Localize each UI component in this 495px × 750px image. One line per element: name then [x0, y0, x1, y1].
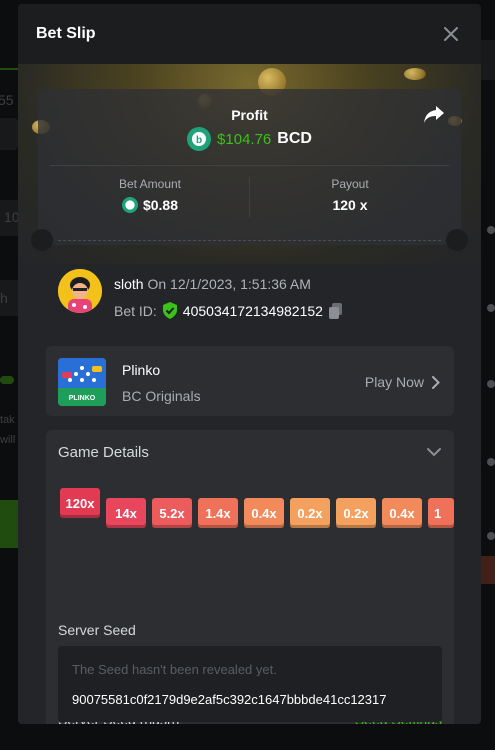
bet-user-info: sloth On 12/1/2023, 1:51:36 AM Bet ID: 4…	[58, 269, 441, 329]
game-category: BC Originals	[122, 388, 201, 404]
avatar-image	[58, 269, 102, 313]
multiplier-slot: 14x	[106, 498, 146, 528]
collapse-button[interactable]	[426, 444, 442, 460]
multiplier-slot: 1.4x	[198, 498, 238, 528]
bet-id-value: 405034172134982152	[182, 302, 323, 319]
profit-ticket: Profit b $104.76 BCD Bet Amount $0.88 Pa…	[38, 89, 461, 245]
ticket-notch-right	[446, 229, 468, 251]
game-name: Plinko	[122, 362, 161, 378]
bet-amount-row: $0.88	[50, 197, 250, 213]
thumbnail-label: PLINKO	[69, 395, 96, 402]
user-line: sloth On 12/1/2023, 1:51:36 AM	[114, 276, 311, 292]
share-button[interactable]	[423, 105, 445, 127]
payout-label: Payout	[331, 177, 369, 191]
bet-slip-modal: Bet Slip Profit b $104.76 BCD Bet Amount…	[18, 4, 481, 724]
server-seed-placeholder: The Seed hasn't been revealed yet.	[72, 661, 277, 677]
plinko-thumbnail-image: PLINKO	[58, 358, 106, 406]
game-details-title[interactable]: Game Details	[58, 444, 149, 461]
close-button[interactable]	[439, 22, 463, 46]
server-seed-hash-value: 90075581c0f2179d9e2af5c392c1647bbbde41cc…	[72, 691, 387, 707]
multiplier-slot: 0.2x	[336, 498, 376, 528]
copy-icon[interactable]	[328, 302, 343, 319]
bet-id-line: Bet ID: 405034172134982152	[114, 302, 343, 319]
plinko-thumbnail: PLINKO	[58, 358, 106, 406]
play-now-link[interactable]: Play Now	[365, 374, 440, 390]
ticket-divider	[50, 165, 449, 166]
play-now-label: Play Now	[364, 374, 424, 390]
chevron-right-icon	[432, 375, 440, 389]
multiplier-row: 120x 14x 5.2x 1.4x 0.4x 0.2x 0.2x 0.4x 1	[60, 488, 454, 528]
ticket-notch-left	[31, 229, 53, 251]
coin-decoration	[404, 68, 426, 80]
close-icon	[444, 27, 458, 41]
profit-amount: $104.76	[217, 130, 272, 148]
profit-row: b $104.76 BCD	[38, 127, 461, 151]
multiplier-slot: 0.2x	[290, 498, 330, 528]
modal-body: Profit b $104.76 BCD Bet Amount $0.88 Pa…	[18, 64, 481, 724]
modal-title: Bet Slip	[36, 25, 96, 42]
ticket-tear-line	[58, 240, 441, 241]
bet-amount-label: Bet Amount	[118, 177, 182, 191]
bet-amount-value: $0.88	[142, 197, 179, 213]
payout-value: 120 x	[332, 197, 368, 213]
game-card[interactable]: PLINKO Plinko BC Originals Play Now	[46, 346, 454, 416]
multiplier-slot: 120x	[60, 488, 100, 518]
bcd-coin-icon: b	[187, 127, 212, 151]
verified-shield-icon	[162, 302, 177, 319]
chevron-down-icon	[427, 448, 441, 457]
avatar[interactable]	[58, 269, 102, 313]
payout-section: Payout 120 x	[250, 177, 450, 213]
server-seed-label: Server Seed	[58, 622, 136, 638]
date-prefix: On	[147, 276, 167, 292]
svg-text:b: b	[196, 135, 202, 146]
bet-date: 12/1/2023, 1:51:36 AM	[170, 276, 311, 292]
multiplier-slot: 0.4x	[244, 498, 284, 528]
bcd-coin-icon	[121, 197, 138, 213]
profit-currency: BCD	[277, 130, 312, 147]
share-icon	[424, 106, 444, 123]
bet-id-label: Bet ID:	[114, 302, 157, 319]
multiplier-slot: 1	[428, 498, 454, 528]
multiplier-slot: 0.4x	[382, 498, 422, 528]
modal-header: Bet Slip	[18, 4, 481, 64]
bet-amount-section: Bet Amount $0.88	[50, 177, 250, 213]
profit-label: Profit	[231, 107, 268, 123]
server-seed-hash-field[interactable]: 90075581c0f2179d9e2af5c392c1647bbbde41cc…	[58, 676, 442, 722]
multiplier-slot: 5.2x	[152, 498, 192, 528]
username[interactable]: sloth	[114, 276, 144, 292]
